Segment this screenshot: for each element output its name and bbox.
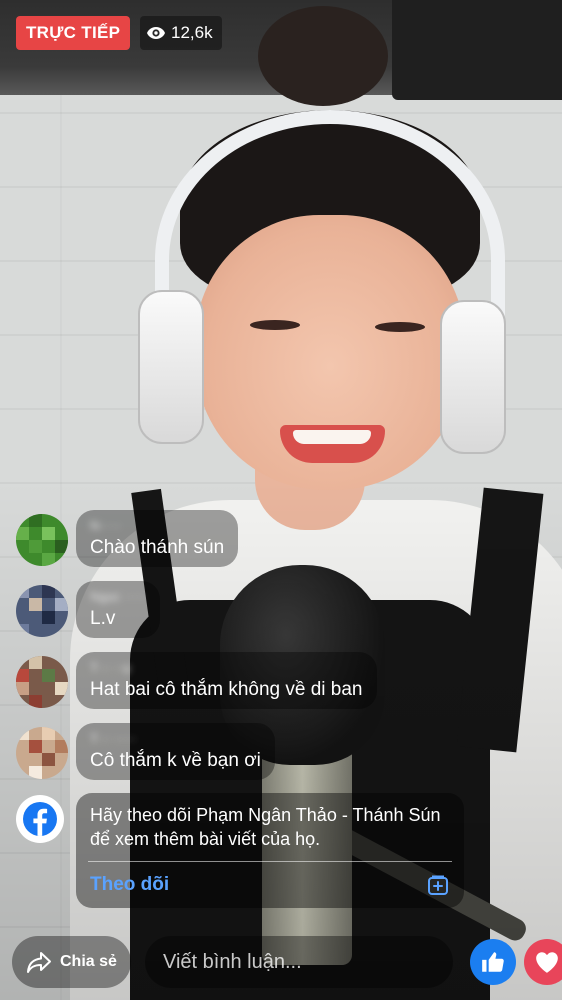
share-button[interactable]: Chia sẻ <box>12 936 131 988</box>
comment-text: Chào thánh sún <box>90 537 225 558</box>
video-headphones-cup-right <box>440 300 506 454</box>
comment-bubble: N····· Chào thánh sún <box>76 510 239 567</box>
follow-message: Hãy theo dõi Phạm Ngân Thảo - Thánh Sún … <box>90 805 441 849</box>
follow-card: Hãy theo dõi Phạm Ngân Thảo - Thánh Sún … <box>76 793 464 908</box>
comment-text: Cô thắm k về bạn ơi <box>90 750 261 771</box>
comment-text: Hat bai cô thắm không về di ban <box>90 679 363 700</box>
comment-author[interactable]: Ngọc ····· <box>90 589 146 605</box>
avatar[interactable] <box>16 585 68 637</box>
comment-bubble: Ngọc ····· L.v <box>76 581 160 638</box>
follow-suggestion: Hãy theo dõi Phạm Ngân Thảo - Thánh Sún … <box>16 793 546 908</box>
love-button[interactable] <box>524 939 562 985</box>
comment-item[interactable]: N····· Chào thánh sún <box>16 510 536 567</box>
comment-item[interactable]: Ngọc ····· L.v <box>16 581 536 638</box>
comment-bubble: T··· ····· Cô thắm k về bạn ơi <box>76 723 275 780</box>
share-label: Chia sẻ <box>60 953 117 970</box>
video-headphones-cup-left <box>138 290 204 444</box>
heart-icon <box>534 950 560 974</box>
comment-item[interactable]: T··· ··ụ Hat bai cô thắm không về di ban <box>16 652 536 709</box>
comment-text: L.v <box>90 608 116 629</box>
comment-list: N····· Chào thánh sún Ngọc ····· L.v T··… <box>16 510 536 794</box>
eye-icon <box>146 26 166 40</box>
bookmark-icon[interactable] <box>426 873 450 897</box>
viewer-count: 12,6k <box>171 23 213 42</box>
follow-button[interactable]: Theo dõi <box>90 874 169 896</box>
comment-author[interactable]: T··· ··ụ <box>90 660 363 676</box>
thumbs-up-icon <box>480 949 506 975</box>
live-badge: TRỰC TIẾP <box>16 16 131 50</box>
like-button[interactable] <box>470 939 516 985</box>
video-figure-hair-bun <box>258 6 388 106</box>
comment-author[interactable]: T··· ····· <box>90 731 261 747</box>
avatar[interactable] <box>16 656 68 708</box>
live-video-screen: TRỰC TIẾP 12,6k N····· Chào thánh sún Ng… <box>0 0 562 1000</box>
avatar[interactable] <box>16 514 68 566</box>
video-figure-teeth <box>293 430 371 444</box>
avatar[interactable] <box>16 727 68 779</box>
comment-input[interactable]: Viết bình luận... <box>145 936 453 988</box>
bottom-action-bar: Chia sẻ Viết bình luận... <box>0 936 562 992</box>
comment-bubble: T··· ··ụ Hat bai cô thắm không về di ban <box>76 652 377 709</box>
facebook-icon <box>16 795 64 843</box>
comment-item[interactable]: T··· ····· Cô thắm k về bạn ơi <box>16 723 536 780</box>
comment-author[interactable]: N····· <box>90 518 224 534</box>
viewer-count-badge: 12,6k <box>140 16 222 50</box>
video-background-corner <box>392 0 562 100</box>
follow-actions: Theo dõi <box>90 862 450 908</box>
share-arrow-icon <box>26 950 52 974</box>
